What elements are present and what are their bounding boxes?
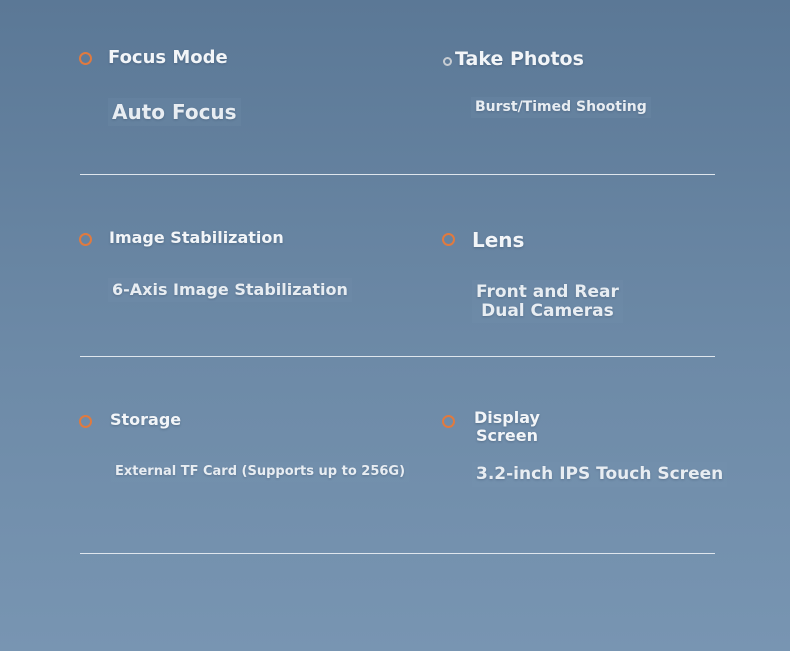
- circle-bullet-icon: [442, 233, 455, 246]
- spec-label: Image Stabilization: [109, 228, 284, 247]
- spec-value: Burst/Timed Shooting: [471, 97, 651, 119]
- spec-label: Focus Mode: [108, 47, 228, 68]
- circle-bullet-icon: [79, 233, 92, 246]
- spec-label-line: Screen: [475, 425, 538, 445]
- spec-value: External TF Card (Supports up to 256G): [111, 462, 410, 483]
- circle-bullet-icon: [79, 415, 92, 428]
- spec-label: Storage: [110, 410, 182, 429]
- circle-bullet-icon: [442, 415, 455, 428]
- section-divider: [80, 174, 715, 175]
- spec-value-line: Front and Rear: [476, 282, 619, 302]
- circle-bullet-icon: [443, 57, 452, 66]
- spec-label: Display Screen: [474, 409, 540, 444]
- spec-label: Take Photos: [455, 48, 584, 70]
- spec-value: 6-Axis Image Stabilization: [108, 278, 352, 302]
- spec-value-line: Dual Cameras: [481, 300, 614, 321]
- circle-bullet-icon: [79, 52, 92, 65]
- spec-value: Auto Focus: [108, 98, 241, 126]
- spec-label-line: Display: [474, 408, 540, 427]
- spec-value: 3.2-inch IPS Touch Screen: [472, 462, 728, 487]
- section-divider: [80, 356, 715, 357]
- spec-label: Lens: [472, 228, 525, 252]
- section-divider: [80, 553, 715, 554]
- spec-value: Front and Rear Dual Cameras: [472, 280, 623, 324]
